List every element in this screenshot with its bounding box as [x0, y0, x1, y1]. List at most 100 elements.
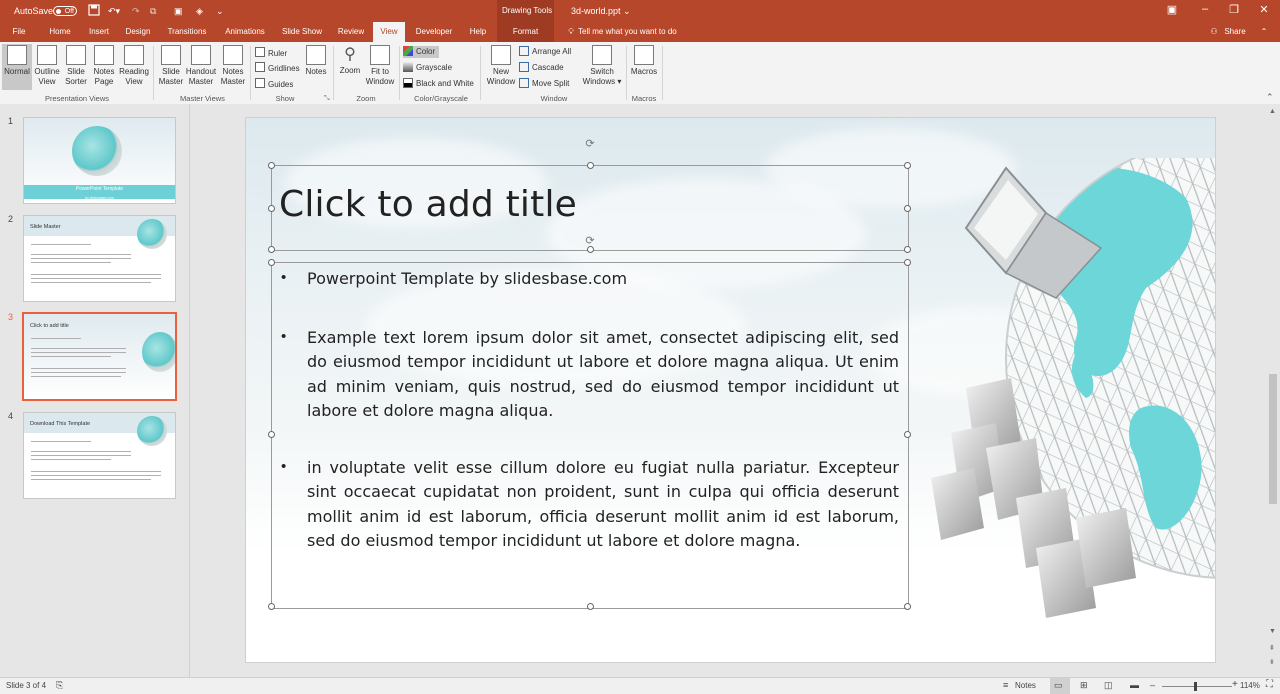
previous-slide-icon[interactable]: ⇞ [1269, 644, 1275, 652]
zoom-out-icon[interactable]: – [1150, 680, 1155, 690]
notes-icon[interactable]: ≡ [1003, 680, 1008, 690]
notes-toggle[interactable]: Notes [1015, 681, 1036, 690]
minimize-icon[interactable]: – [1195, 3, 1215, 15]
black-and-white-button[interactable]: Black and White [403, 78, 474, 90]
autosave-toggle[interactable]: Off [53, 6, 77, 16]
zoom-level[interactable]: 114% [1240, 681, 1260, 690]
slide-master-button[interactable]: Slide Master [156, 44, 186, 87]
grayscale-button[interactable]: Grayscale [403, 62, 452, 74]
bullet-marker: • [281, 458, 287, 475]
tab-review[interactable]: Review [335, 22, 367, 42]
resize-handle[interactable] [268, 246, 275, 253]
zoom-button[interactable]: ⚲ Zoom [337, 44, 363, 76]
tab-developer[interactable]: Developer [411, 22, 457, 42]
ribbon-display-icon[interactable]: ⌃ [1256, 22, 1272, 42]
tell-me-search[interactable]: Tell me what you want to do [578, 22, 688, 42]
tab-help[interactable]: Help [466, 22, 490, 42]
resize-handle[interactable] [904, 205, 911, 212]
slide-show-icon[interactable]: ▬ [1130, 680, 1139, 690]
bullet-text-3[interactable]: in voluptate velit esse cillum dolore eu… [307, 456, 899, 553]
thumb-text-line [31, 368, 126, 369]
tab-format[interactable]: Format [497, 22, 554, 42]
resize-handle[interactable] [268, 603, 275, 610]
notes-master-button[interactable]: Notes Master [218, 44, 248, 87]
spelling-check-icon[interactable]: ⎘ [56, 680, 63, 691]
start-from-beginning-icon[interactable]: ▣ [174, 4, 183, 18]
slide-thumbnail-1[interactable]: PowerPoint Template by slidesbase.com [23, 117, 176, 204]
slide-sorter-icon[interactable]: ⊞ [1080, 680, 1088, 691]
zoom-in-icon[interactable]: + [1232, 679, 1238, 690]
macros-button[interactable]: Macros [629, 44, 659, 77]
slide-thumbnail-2[interactable]: Slide Master [23, 215, 176, 302]
resize-handle[interactable] [268, 205, 275, 212]
globe-image [137, 416, 167, 446]
slide-title-placeholder[interactable]: Click to add title [279, 184, 577, 225]
resize-handle[interactable] [268, 162, 275, 169]
ruler-checkbox[interactable]: Ruler [255, 47, 287, 59]
slide-sorter-button[interactable]: Slide Sorter [62, 44, 90, 87]
new-window-button[interactable]: New Window [484, 44, 518, 87]
share-icon[interactable]: ⚇ [1207, 22, 1221, 42]
tab-home[interactable]: Home [44, 22, 76, 42]
resize-handle[interactable] [587, 603, 594, 610]
title-dropdown-icon[interactable]: ⌄ [623, 4, 631, 18]
outline-view-button[interactable]: Outline View [32, 44, 62, 87]
tab-transitions[interactable]: Transitions [164, 22, 210, 42]
redo-icon[interactable]: ↷ [132, 4, 140, 18]
fit-slide-icon[interactable]: ⛶ [1266, 679, 1273, 690]
rotate-handle-icon[interactable]: ⟳ [584, 138, 596, 150]
move-split-button[interactable]: Move Split [519, 78, 569, 90]
touch-mode-icon[interactable]: ◈ [196, 4, 203, 18]
resize-handle[interactable] [268, 259, 275, 266]
tab-view[interactable]: View [373, 22, 405, 42]
zoom-slider-thumb[interactable] [1194, 682, 1197, 691]
reading-view-icon[interactable]: ◫ [1104, 680, 1113, 691]
tab-animations[interactable]: Animations [219, 22, 271, 42]
vertical-scrollbar[interactable]: ▲ ▼ ⇞ ⇟ [1266, 104, 1280, 677]
bullet-text-2[interactable]: Example text lorem ipsum dolor sit amet,… [307, 326, 899, 423]
tab-insert[interactable]: Insert [84, 22, 114, 42]
fit-to-window-button[interactable]: Fit to Window [364, 44, 396, 87]
resize-handle[interactable] [904, 259, 911, 266]
cascade-button[interactable]: Cascade [519, 62, 564, 74]
customize-toolbar-icon[interactable]: ⌄ [216, 4, 224, 18]
notes-page-button[interactable]: Notes Page [90, 44, 118, 87]
scrollbar-thumb[interactable] [1269, 374, 1277, 504]
share-button[interactable]: Share [1222, 22, 1248, 42]
color-button[interactable]: Color [403, 46, 440, 58]
resize-handle[interactable] [587, 162, 594, 169]
restore-icon[interactable]: ▣ [1162, 3, 1182, 16]
scroll-down-icon[interactable]: ▼ [1269, 628, 1276, 635]
resize-handle[interactable] [268, 431, 275, 438]
slide-thumbnail-3[interactable]: Click to add title [22, 312, 177, 401]
switch-windows-button[interactable]: Switch Windows ▾ [582, 44, 622, 87]
resize-handle[interactable] [904, 246, 911, 253]
collapse-ribbon-icon[interactable]: ⌃ [1266, 92, 1274, 103]
arrange-all-button[interactable]: Arrange All [519, 46, 571, 58]
notes-button[interactable]: Notes [303, 44, 329, 77]
bullet-text-1[interactable]: Powerpoint Template by slidesbase.com [307, 267, 899, 291]
zoom-slider[interactable] [1162, 686, 1232, 687]
maximize-icon[interactable]: ❐ [1224, 3, 1244, 16]
reading-view-button[interactable]: Reading View [118, 44, 150, 87]
save-icon[interactable] [88, 4, 100, 20]
next-slide-icon[interactable]: ⇟ [1269, 658, 1275, 666]
gridlines-checkbox[interactable]: Gridlines [255, 62, 300, 74]
tab-design[interactable]: Design [122, 22, 154, 42]
resize-handle[interactable] [587, 246, 594, 253]
record-icon[interactable]: ⧉ [150, 4, 156, 18]
resize-handle[interactable] [904, 431, 911, 438]
tab-slide-show[interactable]: Slide Show [279, 22, 325, 42]
resize-handle[interactable] [904, 603, 911, 610]
tab-file[interactable]: File [6, 22, 32, 42]
close-icon[interactable]: ✕ [1254, 3, 1274, 16]
guides-checkbox[interactable]: Guides [255, 78, 293, 90]
scroll-up-icon[interactable]: ▲ [1269, 108, 1276, 115]
slide-thumbnail-4[interactable]: Download This Template [23, 412, 176, 499]
handout-master-button[interactable]: Handout Master [185, 44, 217, 87]
resize-handle[interactable] [904, 162, 911, 169]
normal-view-button[interactable]: Normal [2, 44, 32, 90]
content-placeholder-frame[interactable] [271, 262, 909, 609]
undo-icon[interactable]: ↶▾ [108, 4, 120, 18]
dialog-launcher-icon[interactable]: ⤡ [324, 95, 330, 103]
